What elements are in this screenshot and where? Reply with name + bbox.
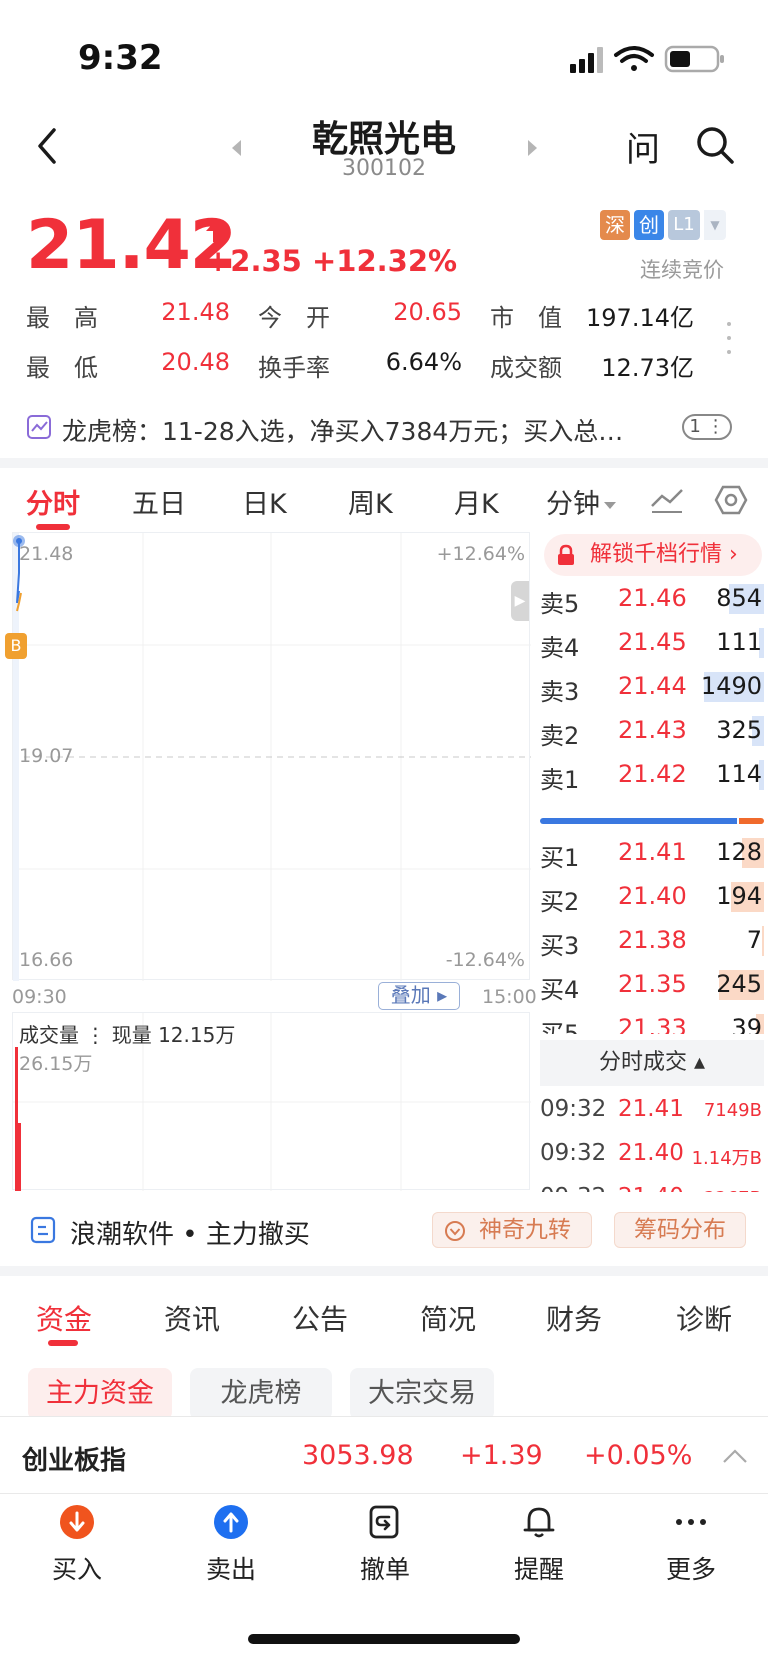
cancel-order-icon [369, 1505, 399, 1539]
index-percent: +0.05% [584, 1440, 693, 1471]
chip-block-trade[interactable]: 大宗交易 [350, 1368, 494, 1420]
tab-diagnosis[interactable]: 诊断 [676, 1298, 732, 1338]
nav-sell[interactable]: 卖出 [176, 1504, 286, 1586]
sell-icon [214, 1505, 248, 1539]
news-ticker[interactable]: 浪潮软件 • 主力撤买 [70, 1214, 310, 1251]
index-change: +1.39 [460, 1440, 543, 1471]
section-divider [0, 1266, 768, 1276]
document-icon [30, 1216, 56, 1244]
buy-icon [60, 1505, 94, 1539]
chip-distribution-button[interactable]: 筹码分布 [614, 1212, 746, 1248]
chevron-up-icon[interactable] [722, 1448, 748, 1464]
more-icon [676, 1519, 706, 1525]
nav-alert[interactable]: 提醒 [484, 1504, 594, 1586]
trade-row[interactable]: 09:32 21.41 7149B [540, 1096, 764, 1132]
chip-main-funds[interactable]: 主力资金 [28, 1368, 172, 1420]
tab-underline [48, 1340, 78, 1346]
trade-time: 09:32 [540, 1184, 606, 1192]
trade-price: 21.40 [618, 1184, 684, 1192]
check-circle-icon [445, 1221, 465, 1241]
trade-row[interactable]: 09:32 21.40 2267B [540, 1184, 764, 1192]
trade-list: 09:32 21.41 7149B 09:32 21.40 1.14万B 09:32 21.4… [0, 0, 768, 1192]
trade-row[interactable]: 09:32 21.40 1.14万B [540, 1140, 764, 1176]
tab-funds[interactable]: 资金 [36, 1298, 92, 1338]
tab-news[interactable]: 资讯 [164, 1298, 220, 1338]
tab-profile[interactable]: 简况 [420, 1298, 476, 1338]
nav-label: 撤单 [359, 1555, 410, 1584]
nav-label: 卖出 [205, 1555, 256, 1584]
nav-buy[interactable]: 买入 [22, 1504, 132, 1586]
nav-label: 提醒 [513, 1555, 564, 1584]
tab-financials[interactable]: 财务 [546, 1298, 602, 1338]
trade-volume: 2267B [704, 1188, 762, 1192]
trade-time: 09:32 [540, 1140, 607, 1166]
trade-time: 09:32 [540, 1096, 607, 1122]
trade-volume: 1.14万B [691, 1148, 762, 1169]
trade-volume: 7149B [703, 1100, 762, 1121]
nav-label: 更多 [665, 1555, 716, 1584]
home-indicator[interactable] [248, 1634, 520, 1644]
index-value: 3053.98 [302, 1440, 414, 1471]
tab-announcements[interactable]: 公告 [292, 1298, 348, 1338]
bell-icon [523, 1507, 555, 1538]
nav-more[interactable]: 更多 [636, 1504, 746, 1586]
nav-label: 买入 [51, 1555, 102, 1584]
nav-cancel-order[interactable]: 撤单 [330, 1504, 440, 1586]
trade-price: 21.40 [618, 1140, 684, 1166]
chip-dragon-list[interactable]: 龙虎榜 [190, 1368, 332, 1420]
trade-price: 21.41 [618, 1096, 684, 1122]
index-name: 创业板指 [22, 1446, 127, 1476]
